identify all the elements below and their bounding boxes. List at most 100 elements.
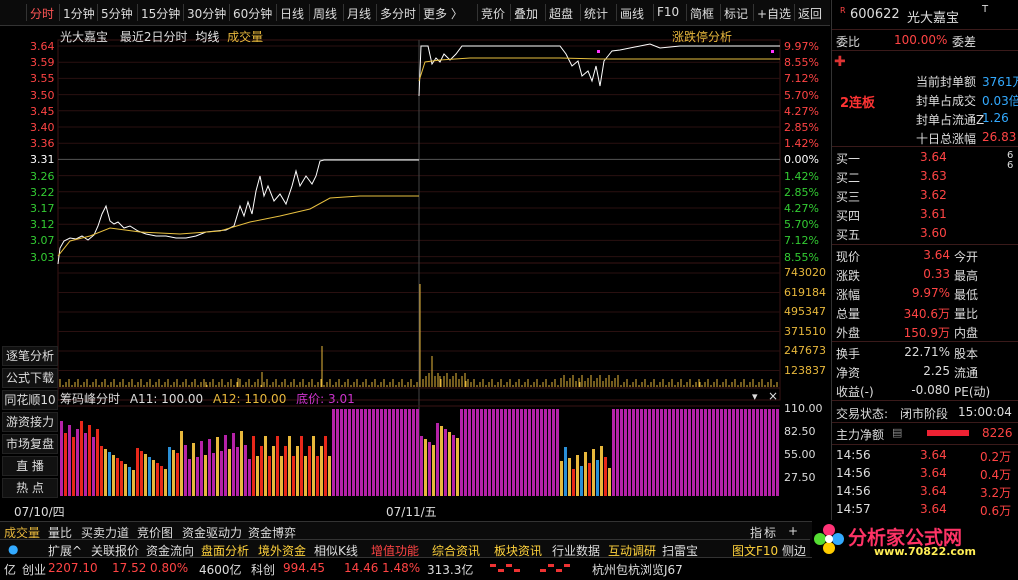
price-tick: 3.03 xyxy=(30,250,55,264)
mini-bar xyxy=(540,569,546,572)
chip-bar xyxy=(540,409,543,496)
chip-bar xyxy=(456,438,459,496)
chip-bar xyxy=(292,456,295,496)
chip-bar xyxy=(476,409,479,496)
buy-price[interactable]: 3.61 xyxy=(920,207,947,221)
legend-avg: 均线 xyxy=(195,30,220,44)
chip-bar xyxy=(512,409,515,496)
chip-bar xyxy=(92,437,95,496)
toolbar-item[interactable]: F10 xyxy=(657,5,679,19)
chip-bar xyxy=(320,446,323,496)
chip-bar xyxy=(224,435,227,496)
left-button[interactable]: 公式下载 xyxy=(2,368,58,388)
trade-state: 闭市阶段 xyxy=(900,407,949,421)
toolbar-item[interactable]: 竞价 xyxy=(481,5,505,22)
main-chart[interactable] xyxy=(0,26,830,521)
left-button[interactable]: 直 播 xyxy=(2,456,58,476)
price-tick: 3.17 xyxy=(30,202,55,215)
limit-analysis-button[interactable]: 涨跌停分析 xyxy=(672,28,732,45)
chip-bar xyxy=(288,436,291,496)
chip-bar xyxy=(124,464,127,496)
chip-bar xyxy=(420,436,423,496)
chip-bar xyxy=(228,449,231,496)
chip-bar xyxy=(604,457,607,496)
chip-bar xyxy=(176,453,179,496)
mini-bar xyxy=(556,569,562,572)
toolbar-item[interactable]: 超盘 xyxy=(549,5,573,22)
avg-line-day2 xyxy=(418,57,780,82)
chip-bar xyxy=(772,409,775,496)
toolbar-item[interactable]: 标记 xyxy=(724,5,748,22)
left-button[interactable]: 热 点 xyxy=(2,478,58,498)
chip-bar xyxy=(396,409,399,496)
buy-price[interactable]: 3.64 xyxy=(920,150,947,164)
toolbar-item[interactable]: 分时 xyxy=(30,5,54,22)
toolbar-separator xyxy=(376,4,377,21)
chip-bar xyxy=(632,409,635,496)
tick-volume: 0.4万 xyxy=(980,468,1012,482)
main-net-bar xyxy=(927,430,969,436)
chip-bar xyxy=(212,453,215,496)
buy-price[interactable]: 3.60 xyxy=(920,226,947,240)
chip-bar xyxy=(80,421,83,496)
toolbar-separator xyxy=(545,4,546,21)
toolbar-item[interactable]: 统计 xyxy=(584,5,608,22)
pct-tick: 8.55% xyxy=(784,56,819,70)
chip-a12: A12: 110.00 xyxy=(213,392,287,406)
chip-bar xyxy=(84,433,87,496)
toolbar-item[interactable]: 叠加 xyxy=(514,5,538,22)
chip-dropdown-icon[interactable]: ▾ xyxy=(752,390,758,403)
date-label-2: 07/11/五 xyxy=(386,505,437,519)
chart-header: 光大嘉宝 最近2日分时 均线 成交量 xyxy=(60,28,263,45)
toolbar-item[interactable]: 返回 xyxy=(798,5,822,22)
price-tick: 3.40 xyxy=(30,121,55,134)
left-button[interactable]: 逐笔分析 xyxy=(2,346,58,366)
pct-tick: 1.42% xyxy=(784,137,819,151)
add-icon[interactable]: + xyxy=(788,524,798,538)
toolbar-item[interactable]: 画线 xyxy=(620,5,644,22)
toolbar-item[interactable]: 简框 xyxy=(690,5,714,22)
toolbar-item[interactable]: 月线 xyxy=(347,5,371,22)
toolbar-item[interactable]: 5分钟 xyxy=(101,5,133,22)
chip-bar xyxy=(544,409,547,496)
toolbar-item[interactable]: 1分钟 xyxy=(63,5,95,22)
limit-marker xyxy=(597,50,600,53)
mini-bar xyxy=(564,564,570,567)
buy-price[interactable]: 3.62 xyxy=(920,188,947,202)
stat-label-2: 今开 xyxy=(954,250,979,264)
stat-label: 现价 xyxy=(836,250,861,264)
status-item: 杭州包杭浏览J67 xyxy=(592,563,683,577)
toolbar-item[interactable]: 日线 xyxy=(280,5,304,22)
chip-bar xyxy=(664,409,667,496)
toolbar-item[interactable]: 60分钟 xyxy=(233,5,272,22)
toolbar-item[interactable]: 30分钟 xyxy=(187,5,226,22)
toolbar-item[interactable]: 多分时 xyxy=(380,5,416,22)
chip-bar xyxy=(692,409,695,496)
toolbar-item[interactable]: 15分钟 xyxy=(141,5,180,22)
left-button[interactable]: 游资接力 xyxy=(2,412,58,432)
chip-bar xyxy=(484,409,487,496)
seal-value: 3761万 xyxy=(982,75,1018,89)
chip-bar xyxy=(384,409,387,496)
chip-close-icon[interactable]: × xyxy=(768,389,778,403)
gear-icon[interactable]: ● xyxy=(8,542,18,556)
toolbar-item[interactable]: 更多 〉 xyxy=(423,5,463,22)
chip-bar xyxy=(436,423,439,496)
chip-bar xyxy=(592,449,595,496)
toolbar-item[interactable]: 周线 xyxy=(313,5,337,22)
trade-state-label: 交易状态: xyxy=(836,407,889,421)
chip-bar xyxy=(348,409,351,496)
chip-bar xyxy=(136,448,139,496)
toolbar-separator xyxy=(510,4,511,21)
toolbar-separator xyxy=(26,4,27,21)
buy-price[interactable]: 3.63 xyxy=(920,169,947,183)
chip-bar xyxy=(296,446,299,496)
chip-bar xyxy=(704,409,707,496)
chip-bar xyxy=(60,421,63,496)
left-button[interactable]: 同花顺10 xyxy=(2,390,58,410)
price-tick: 3.36 xyxy=(30,137,55,151)
toolbar-item[interactable]: +自选 xyxy=(757,5,791,22)
stat-value: 150.9万 xyxy=(903,326,950,340)
main-net-icon[interactable]: ▤ xyxy=(892,426,902,439)
left-button[interactable]: 市场复盘 xyxy=(2,434,58,454)
